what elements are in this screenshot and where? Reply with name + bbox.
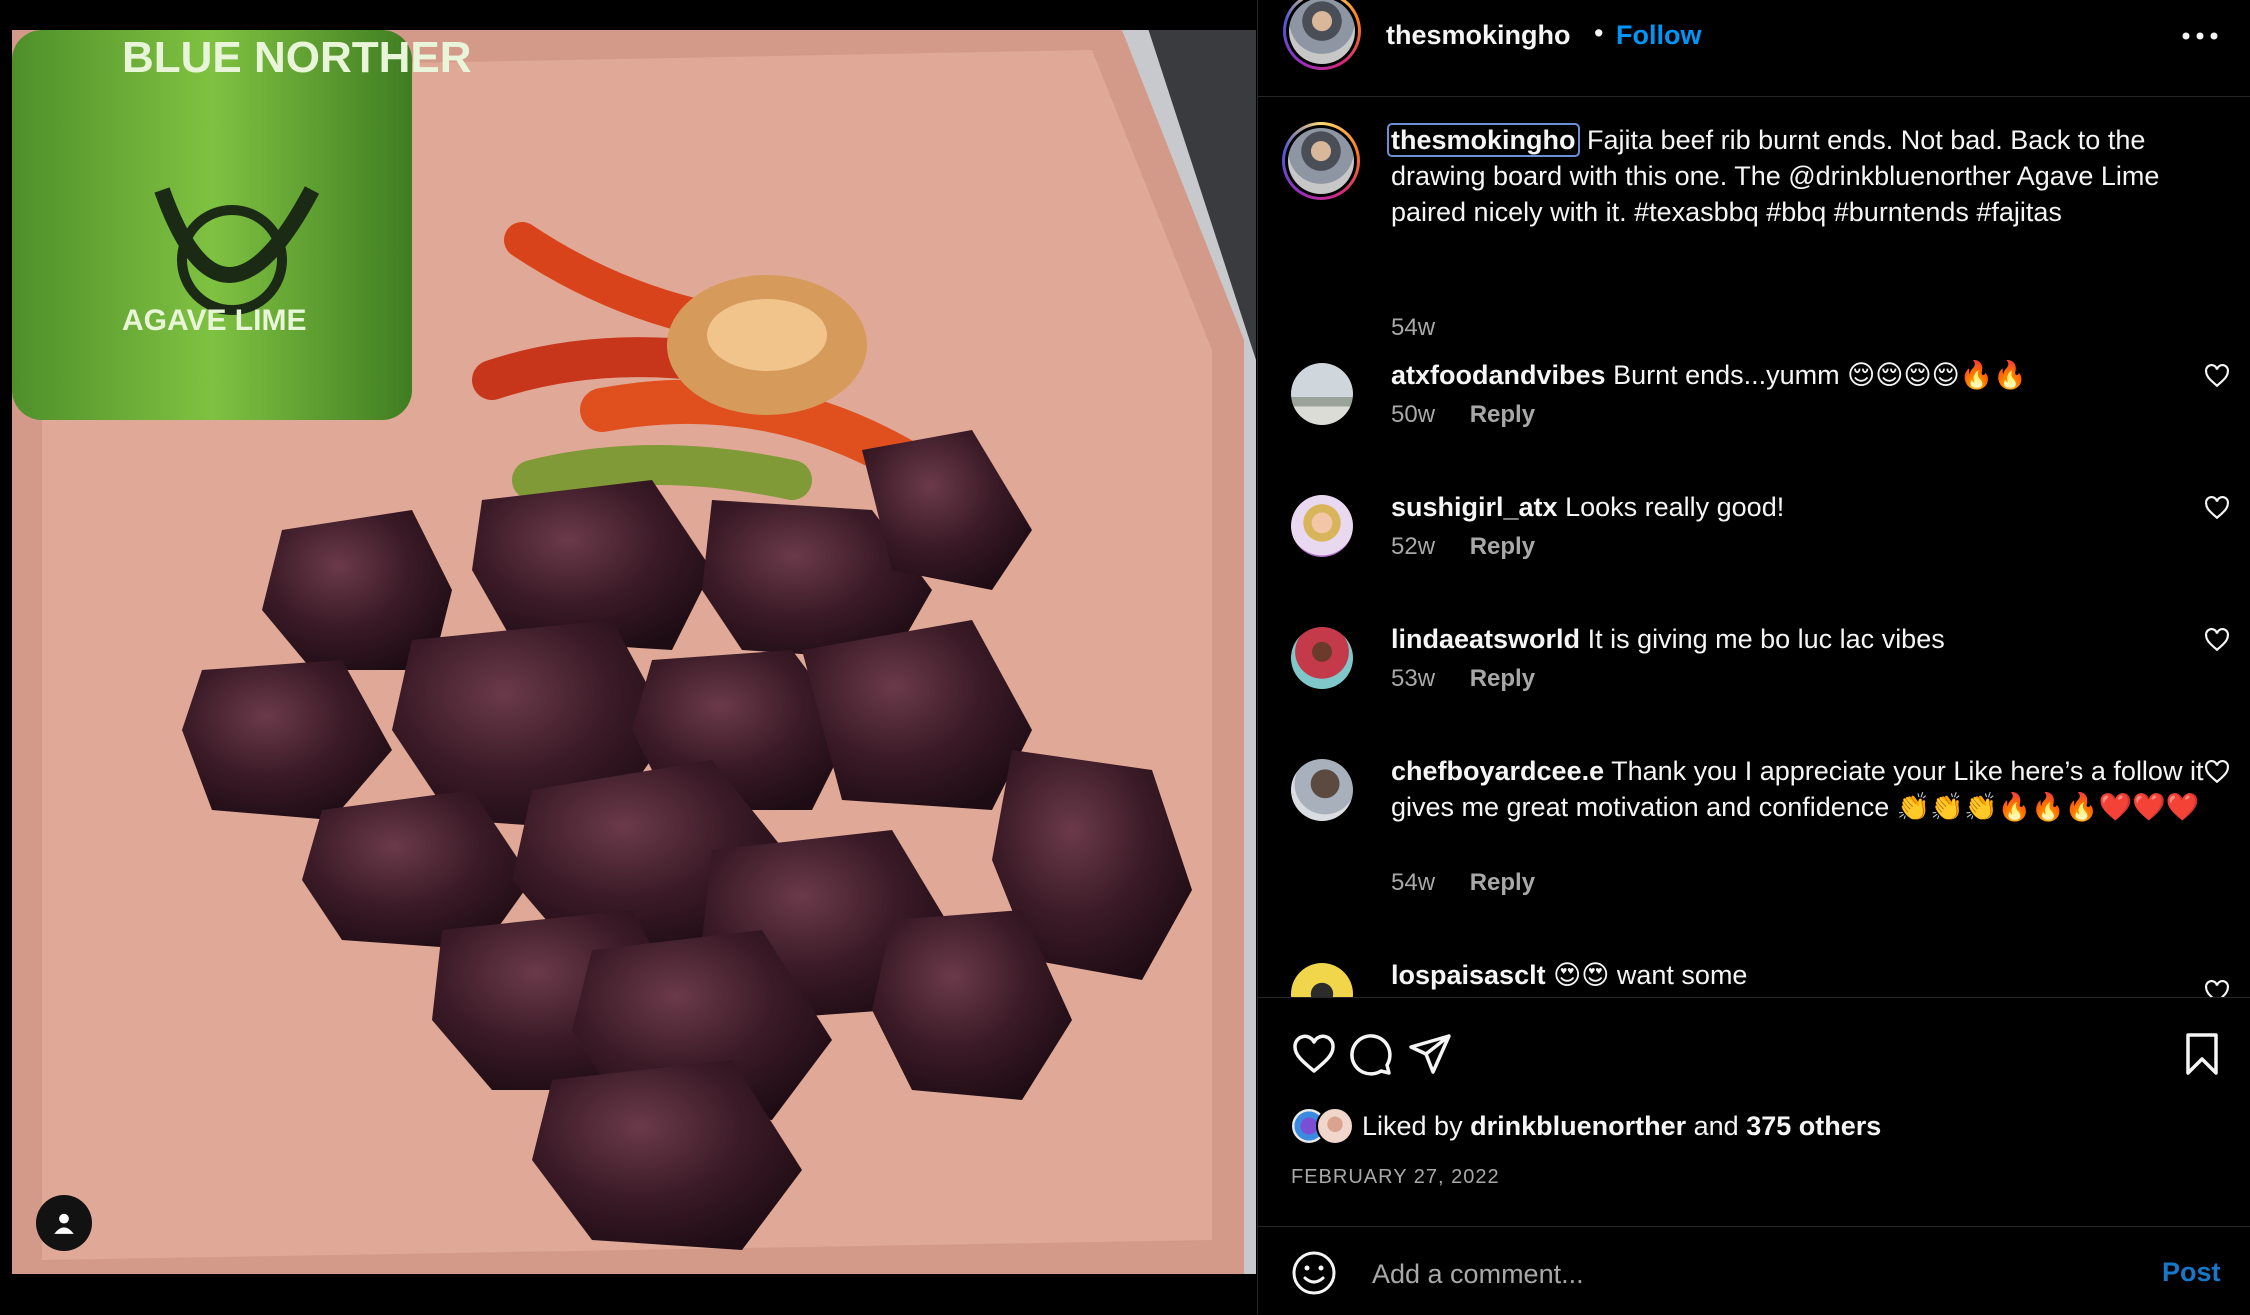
- comment-text-block: sushigirl_atx Looks really good!: [1391, 489, 2211, 525]
- post-media: BLUE NORTHER AGAVE LIME: [0, 0, 1256, 1314]
- comment-text: Burnt ends...yumm 😌😌😌😌🔥🔥: [1613, 360, 2027, 390]
- paper-plane-icon[interactable]: [1406, 1030, 1454, 1078]
- person-icon: [54, 1213, 74, 1234]
- burnt-ends-photo: BLUE NORTHER AGAVE LIME: [12, 30, 1256, 1274]
- like-comment-heart-icon[interactable]: [2204, 979, 2230, 997]
- tagged-users-button[interactable]: [36, 1195, 92, 1251]
- comment-meta: 53w Reply: [1391, 665, 1535, 693]
- ellipsis-icon[interactable]: [2180, 26, 2220, 46]
- comment-text: It is giving me bo luc lac vibes: [1587, 624, 1945, 654]
- liker-avatar[interactable]: [1316, 1107, 1354, 1145]
- bookmark-icon[interactable]: [2178, 1030, 2226, 1078]
- caption-avatar[interactable]: [1282, 122, 1360, 200]
- comment-text: Looks really good!: [1565, 492, 1785, 522]
- like-comment-heart-icon[interactable]: [2204, 627, 2230, 653]
- comment-meta: 54w Reply: [1391, 869, 1535, 897]
- likes-conjunction: and: [1693, 1110, 1739, 1141]
- comment-text-block: chefboyardcee.e Thank you I appreciate y…: [1391, 753, 2211, 825]
- comment-text-block: lospaisasclt 😍😍 want some: [1391, 957, 2211, 993]
- reply-button[interactable]: Reply: [1470, 665, 1535, 692]
- comment-time[interactable]: 50w: [1391, 401, 1435, 428]
- comment-meta: 52w Reply: [1391, 533, 1535, 561]
- comment-username[interactable]: sushigirl_atx: [1391, 492, 1558, 522]
- post-comment-button[interactable]: Post: [2162, 1257, 2221, 1288]
- likes-others[interactable]: 375 others: [1746, 1111, 1881, 1141]
- comment-username[interactable]: chefboyardcee.e: [1391, 756, 1604, 786]
- likes-user[interactable]: drinkbluenorther: [1470, 1111, 1686, 1141]
- post-date[interactable]: FEBRUARY 27, 2022: [1291, 1166, 1500, 1189]
- comment-username[interactable]: lospaisasclt: [1391, 960, 1546, 990]
- likes-prefix: Liked by: [1362, 1110, 1463, 1141]
- comment-input[interactable]: [1370, 1251, 2074, 1297]
- post-photo[interactable]: BLUE NORTHER AGAVE LIME: [12, 30, 1256, 1274]
- comment-text-block: lindaeatsworld It is giving me bo luc la…: [1391, 621, 2211, 657]
- heart-icon[interactable]: [1290, 1030, 1338, 1078]
- smiley-icon[interactable]: [1290, 1249, 1338, 1297]
- comment-username[interactable]: lindaeatsworld: [1391, 624, 1580, 654]
- post-details-panel: thesmokingho • Follow thesmokingho Fajit…: [1257, 0, 2250, 1314]
- can-brand-text: BLUE NORTHER: [122, 33, 472, 82]
- caption-meta: 54w: [1391, 314, 1435, 342]
- caption-time[interactable]: 54w: [1391, 314, 1435, 341]
- likes-summary: Liked by drinkbluenorther and 375 others: [1290, 1106, 1881, 1146]
- comment-time[interactable]: 52w: [1391, 533, 1435, 560]
- like-comment-heart-icon[interactable]: [2204, 495, 2230, 521]
- reply-button[interactable]: Reply: [1470, 533, 1535, 560]
- comment-meta: 50w Reply: [1391, 401, 1535, 429]
- reply-button[interactable]: Reply: [1470, 401, 1535, 428]
- comment-text-block: atxfoodandvibes Burnt ends...yumm 😌😌😌😌🔥🔥: [1391, 357, 2211, 393]
- follow-button[interactable]: Follow: [1616, 20, 1701, 51]
- can-flavor-text: AGAVE LIME: [122, 304, 306, 337]
- like-comment-heart-icon[interactable]: [2204, 759, 2230, 785]
- comment-text: 😍😍 want some: [1553, 960, 1748, 990]
- commenter-avatar[interactable]: [1291, 363, 1353, 425]
- post-header: thesmokingho • Follow: [1258, 0, 2250, 97]
- comment-username[interactable]: atxfoodandvibes: [1391, 360, 1606, 390]
- commenter-avatar[interactable]: [1291, 495, 1353, 557]
- comments-list[interactable]: thesmokingho Fajita beef rib burnt ends.…: [1258, 97, 2250, 997]
- comment-composer: Post: [1258, 1226, 2250, 1315]
- commenter-avatar[interactable]: [1291, 627, 1353, 689]
- comment-time[interactable]: 54w: [1391, 869, 1435, 896]
- caption-username[interactable]: thesmokingho: [1387, 123, 1580, 157]
- commenter-avatar[interactable]: [1291, 963, 1353, 997]
- post-actions: Liked by drinkbluenorther and 375 others…: [1258, 997, 2250, 1228]
- caption-text-block: thesmokingho Fajita beef rib burnt ends.…: [1387, 122, 2211, 230]
- reply-button[interactable]: Reply: [1470, 869, 1535, 896]
- speech-bubble-icon[interactable]: [1346, 1030, 1394, 1078]
- comment-time[interactable]: 53w: [1391, 665, 1435, 692]
- likes-text[interactable]: Liked by drinkbluenorther and 375 others: [1362, 1111, 1881, 1142]
- commenter-avatar[interactable]: [1291, 759, 1353, 821]
- like-comment-heart-icon[interactable]: [2204, 363, 2230, 389]
- author-avatar[interactable]: [1283, 0, 1361, 70]
- author-username[interactable]: thesmokingho: [1386, 20, 1571, 51]
- header-separator: •: [1594, 18, 1604, 48]
